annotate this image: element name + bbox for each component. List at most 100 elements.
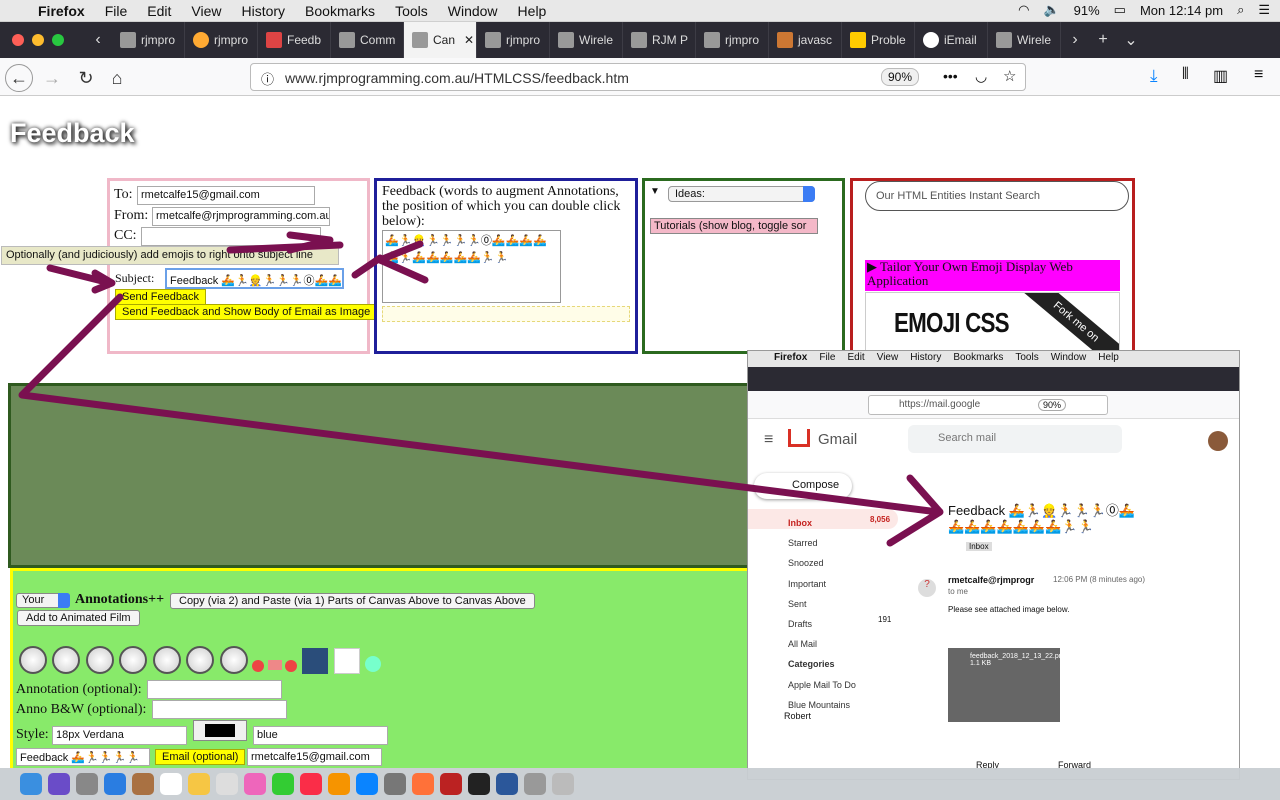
menu-bookmarks[interactable]: Bookmarks — [305, 3, 375, 19]
wifi-icon[interactable]: ◠ — [1018, 2, 1029, 18]
menu-view[interactable]: View — [191, 3, 221, 19]
cc-field[interactable] — [141, 227, 321, 246]
tutorials-select[interactable]: Tutorials (show blog, toggle sor — [650, 218, 818, 234]
word-icon[interactable] — [496, 773, 518, 795]
subject-copy-input[interactable]: Feedback 🚣🏃🏃🏃🏃 — [16, 748, 150, 766]
books-icon[interactable] — [328, 773, 350, 795]
messages-icon[interactable] — [272, 773, 294, 795]
photos-icon[interactable] — [244, 773, 266, 795]
erase-tool-icon[interactable] — [220, 646, 248, 674]
zoom-in-icon[interactable] — [285, 660, 297, 672]
clock[interactable]: Mon 12:14 pm — [1140, 3, 1223, 18]
menu-window[interactable]: Window — [448, 3, 498, 19]
safari-icon[interactable] — [104, 773, 126, 795]
disclosure-triangle-icon[interactable]: ▼ — [650, 186, 660, 197]
minimize-window-icon[interactable] — [32, 34, 44, 46]
line-tool-icon[interactable] — [19, 646, 47, 674]
annotation-input[interactable] — [147, 680, 282, 699]
tab-item[interactable]: Comm — [331, 22, 404, 58]
filezilla-icon[interactable] — [440, 773, 462, 795]
firefox-icon[interactable] — [412, 773, 434, 795]
close-window-icon[interactable] — [12, 34, 24, 46]
frame-tool-icon[interactable] — [153, 646, 181, 674]
trash-icon[interactable] — [552, 773, 574, 795]
reset-icon[interactable] — [268, 660, 282, 670]
image-thumbnail-icon[interactable] — [302, 648, 328, 674]
reload-button[interactable]: ↻ — [72, 64, 100, 92]
back-button[interactable]: ← — [5, 64, 33, 92]
emoji-palette[interactable] — [382, 306, 630, 322]
library-icon[interactable]: ⫴ — [1182, 66, 1189, 84]
tab-item[interactable]: Feedb — [258, 22, 331, 58]
tab-scroll-right-icon[interactable]: › — [1061, 31, 1089, 49]
color-input[interactable]: blue — [253, 726, 388, 745]
menu-edit[interactable]: Edit — [147, 3, 171, 19]
menu-icon[interactable]: ≡ — [1254, 66, 1263, 84]
tab-item[interactable]: rjmpro — [112, 22, 185, 58]
rect-tool-icon[interactable] — [86, 646, 114, 674]
zoom-out-icon[interactable] — [252, 660, 264, 672]
menu-tools[interactable]: Tools — [395, 3, 428, 19]
curve-tool-icon[interactable] — [186, 646, 214, 674]
menu-history[interactable]: History — [241, 3, 285, 19]
anno-bw-input[interactable] — [152, 700, 287, 719]
tab-scroll-left-icon[interactable]: ‹ — [84, 31, 112, 49]
emoji-css-banner[interactable]: EMOJI CSS Fork me on — [865, 292, 1120, 352]
notification-icon[interactable]: ☰ — [1258, 2, 1270, 18]
camera-icon[interactable] — [365, 656, 381, 672]
subject-field[interactable]: Feedback 🚣🏃👷🏃🏃🏃⓪🚣🚣 — [165, 268, 344, 289]
tab-item[interactable]: Proble — [842, 22, 915, 58]
copy-paste-button[interactable]: Copy (via 2) and Paste (via 1) Parts of … — [170, 593, 535, 609]
preview-icon[interactable] — [524, 773, 546, 795]
zoom-window-icon[interactable] — [52, 34, 64, 46]
terminal-icon[interactable] — [468, 773, 490, 795]
tab-item[interactable]: rjmpro — [477, 22, 550, 58]
tab-close-icon[interactable]: ✕ — [464, 33, 474, 47]
downloads-icon[interactable]: ⤓ — [1150, 66, 1158, 86]
ellipse-tool-icon[interactable] — [119, 646, 147, 674]
reminders-icon[interactable] — [216, 773, 238, 795]
tab-item[interactable]: javasc — [769, 22, 842, 58]
notes-icon[interactable] — [188, 773, 210, 795]
launchpad-icon[interactable] — [76, 773, 98, 795]
tab-item[interactable]: Wirele — [550, 22, 623, 58]
tab-item[interactable]: iEmail — [915, 22, 988, 58]
tab-list-icon[interactable]: ⌄ — [1117, 30, 1145, 50]
to-field[interactable]: rmetcalfe15@gmail.com — [137, 186, 315, 205]
add-to-film-button[interactable]: Add to Animated Film — [17, 610, 140, 626]
contacts-icon[interactable] — [132, 773, 154, 795]
send-feedback-image-button[interactable]: Send Feedback and Show Body of Email as … — [115, 304, 378, 320]
zoom-level[interactable]: 90% — [881, 68, 920, 86]
style-input[interactable]: 18px Verdana — [52, 726, 187, 745]
battery-percent[interactable]: 91% — [1074, 3, 1100, 18]
finder-icon[interactable] — [20, 773, 42, 795]
emoji-app-summary[interactable]: ▶ Tailor Your Own Emoji Display Web Appl… — [865, 260, 1120, 291]
siri-icon[interactable] — [48, 773, 70, 795]
from-field[interactable]: rmetcalfe@rjmprogramming.com.au — [152, 207, 330, 226]
tab-item[interactable]: Wirele — [988, 22, 1061, 58]
filled-rect-tool-icon[interactable] — [52, 646, 80, 674]
ideas-select[interactable]: Ideas: — [668, 186, 815, 202]
music-icon[interactable] — [300, 773, 322, 795]
drawing-canvas[interactable] — [8, 383, 753, 568]
tab-item[interactable]: rjmpro — [696, 22, 769, 58]
send-feedback-button[interactable]: Send Feedback — [115, 289, 207, 305]
url-text[interactable]: www.rjmprogramming.com.au/HTMLCSS/feedba… — [285, 70, 629, 86]
info-icon[interactable]: ⓘ — [261, 69, 274, 88]
pocket-icon[interactable]: ◡ — [975, 68, 987, 85]
new-tab-icon[interactable]: + — [1089, 31, 1117, 49]
email-optional-button[interactable]: Email (optional) — [155, 749, 246, 765]
tab-active[interactable]: Can ✕ — [404, 22, 477, 58]
email-to-input[interactable]: rmetcalfe15@gmail.com — [247, 748, 382, 766]
sidebar-icon[interactable]: ▥ — [1213, 66, 1228, 86]
menu-help[interactable]: Help — [518, 3, 547, 19]
feedback-textarea[interactable]: 🚣🏃👷🏃🏃🏃🏃⓪🚣🚣🚣🚣 🚣🏃🚣🚣🚣🚣🚣🏃🏃 — [382, 230, 561, 303]
color-picker[interactable] — [193, 720, 247, 741]
app-store-icon[interactable] — [356, 773, 378, 795]
page-actions-icon[interactable]: ••• — [943, 68, 958, 84]
system-preferences-icon[interactable] — [384, 773, 406, 795]
home-button[interactable]: ⌂ — [103, 64, 131, 92]
fork-ribbon[interactable]: Fork me on — [1015, 293, 1119, 351]
volume-icon[interactable]: 🔈 — [1043, 2, 1059, 18]
menu-app[interactable]: Firefox — [38, 3, 85, 19]
